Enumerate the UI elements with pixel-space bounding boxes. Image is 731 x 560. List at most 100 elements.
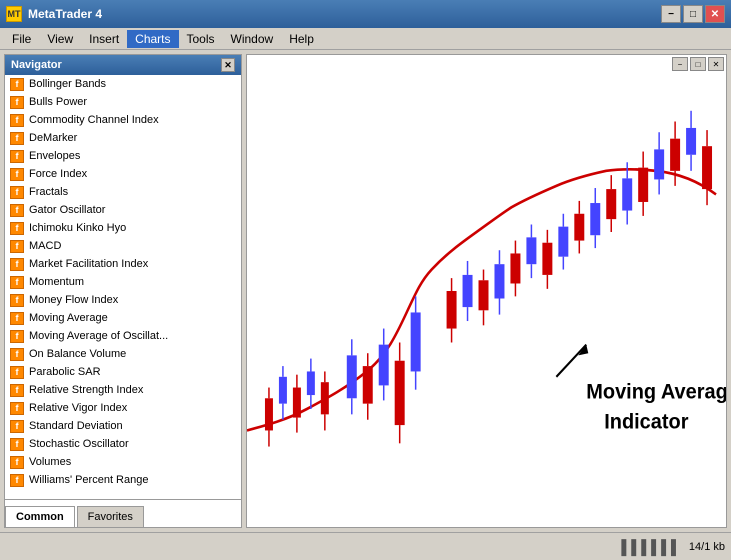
indicator-icon: f [9,185,25,199]
navigator-item[interactable]: f Envelopes [5,147,241,165]
indicator-icon: f [9,203,25,217]
indicator-label: Stochastic Oscillator [29,438,129,450]
navigator-item[interactable]: fBollinger Bands [5,75,241,93]
navigator-close-button[interactable]: ✕ [221,58,235,72]
menu-file[interactable]: File [4,30,39,48]
indicator-icon: f [9,131,25,145]
navigator-title: Navigator [11,59,62,71]
indicator-label: Gator Oscillator [29,204,105,216]
indicator-icon: f [9,329,25,343]
menu-view[interactable]: View [39,30,81,48]
indicator-label: Relative Strength Index [29,384,143,396]
navigator-header: Navigator ✕ [5,55,241,75]
indicator-label: MACD [29,240,61,252]
indicator-label: Bulls Power [29,96,87,108]
navigator-item[interactable]: f Fractals [5,183,241,201]
navigator-item[interactable]: f Commodity Channel Index [5,111,241,129]
indicator-label: Ichimoku Kinko Hyo [29,222,126,234]
menu-insert[interactable]: Insert [81,30,127,48]
maximize-button[interactable]: □ [683,5,703,23]
bars-icon: ▌▌▌▌▌▌ [621,539,681,555]
indicator-icon: f [9,311,25,325]
indicator-icon: f [9,365,25,379]
navigator-item[interactable]: f Relative Strength Index [5,381,241,399]
navigator-item[interactable]: fRelative Vigor Index [5,399,241,417]
app-icon: MT [6,6,22,22]
indicator-label: Moving Average [29,312,108,324]
indicator-icon: f [9,473,25,487]
indicator-icon: f [9,239,25,253]
chart-svg: Moving Average Indicator [247,55,726,527]
tab-favorites[interactable]: Favorites [77,506,144,527]
indicator-icon: f [9,113,25,127]
indicator-icon: f [9,221,25,235]
indicator-icon: f [9,455,25,469]
indicator-label: Bollinger Bands [29,78,106,90]
navigator-item[interactable]: f Volumes [5,453,241,471]
navigator-item[interactable]: fMomentum [5,273,241,291]
status-right: ▌▌▌▌▌▌ 14/1 kb [621,539,725,555]
app-title: MetaTrader 4 [28,7,102,21]
menu-bar: File View Insert Charts Tools Window Hel… [0,28,731,50]
navigator-item[interactable]: f On Balance Volume [5,345,241,363]
close-button[interactable]: ✕ [705,5,725,23]
navigator-item[interactable]: fMoney Flow Index [5,291,241,309]
status-info: 14/1 kb [689,541,725,553]
inner-window-controls: − □ ✕ [670,55,726,73]
svg-text:Moving Average: Moving Average [586,380,726,404]
title-bar-controls: − □ ✕ [661,5,725,23]
navigator-item[interactable]: f Standard Deviation [5,417,241,435]
navigator-tabs: Common Favorites [5,499,241,527]
indicator-label: Moving Average of Oscillat... [29,330,168,342]
navigator-item[interactable]: f Moving Average [5,309,241,327]
navigator-item[interactable]: f Market Facilitation Index [5,255,241,273]
menu-help[interactable]: Help [281,30,322,48]
navigator-item[interactable]: f DeMarker [5,129,241,147]
navigator-content[interactable]: fBollinger BandsfBulls PowerfCommodity C… [5,75,241,499]
status-bar: ▌▌▌▌▌▌ 14/1 kb [0,532,731,560]
indicator-label: Standard Deviation [29,420,123,432]
indicator-icon: f [9,347,25,361]
indicator-icon: f [9,401,25,415]
indicator-label: Force Index [29,168,87,180]
navigator-panel: Navigator ✕ fBollinger BandsfBulls Power… [4,54,242,528]
navigator-item[interactable]: f Parabolic SAR [5,363,241,381]
indicator-icon: f [9,419,25,433]
indicator-label: Commodity Channel Index [29,114,159,126]
minimize-button[interactable]: − [661,5,681,23]
indicator-label: Market Facilitation Index [29,258,148,270]
indicator-label: On Balance Volume [29,348,126,360]
navigator-item[interactable]: f MACD [5,237,241,255]
indicator-label: Volumes [29,456,71,468]
navigator-item[interactable]: f Moving Average of Oscillat... [5,327,241,345]
navigator-item[interactable]: f Gator Oscillator [5,201,241,219]
indicator-label: Envelopes [29,150,80,162]
indicator-label: Williams' Percent Range [29,474,148,486]
menu-charts[interactable]: Charts [127,30,178,48]
indicator-icon: f [9,149,25,163]
svg-text:Indicator: Indicator [604,410,688,434]
inner-minimize-button[interactable]: − [672,57,688,71]
indicator-icon: f [9,167,25,181]
inner-maximize-button[interactable]: □ [690,57,706,71]
indicator-icon: f [9,257,25,271]
menu-tools[interactable]: Tools [179,30,223,48]
navigator-item[interactable]: f Williams' Percent Range [5,471,241,489]
indicator-label: Parabolic SAR [29,366,101,378]
menu-window[interactable]: Window [223,30,282,48]
indicator-icon: f [9,95,25,109]
title-bar: MT MetaTrader 4 − □ ✕ [0,0,731,28]
indicator-label: Fractals [29,186,68,198]
chart-area: − □ ✕ [246,54,727,528]
tab-common[interactable]: Common [5,506,75,527]
navigator-item[interactable]: f Bulls Power [5,93,241,111]
navigator-item[interactable]: f Force Index [5,165,241,183]
indicator-icon: f [9,437,25,451]
indicator-label: Money Flow Index [29,294,118,306]
indicator-icon: f [9,275,25,289]
inner-close-button[interactable]: ✕ [708,57,724,71]
navigator-item[interactable]: f Ichimoku Kinko Hyo [5,219,241,237]
navigator-item[interactable]: f Stochastic Oscillator [5,435,241,453]
indicator-icon: f [9,383,25,397]
indicator-label: DeMarker [29,132,77,144]
